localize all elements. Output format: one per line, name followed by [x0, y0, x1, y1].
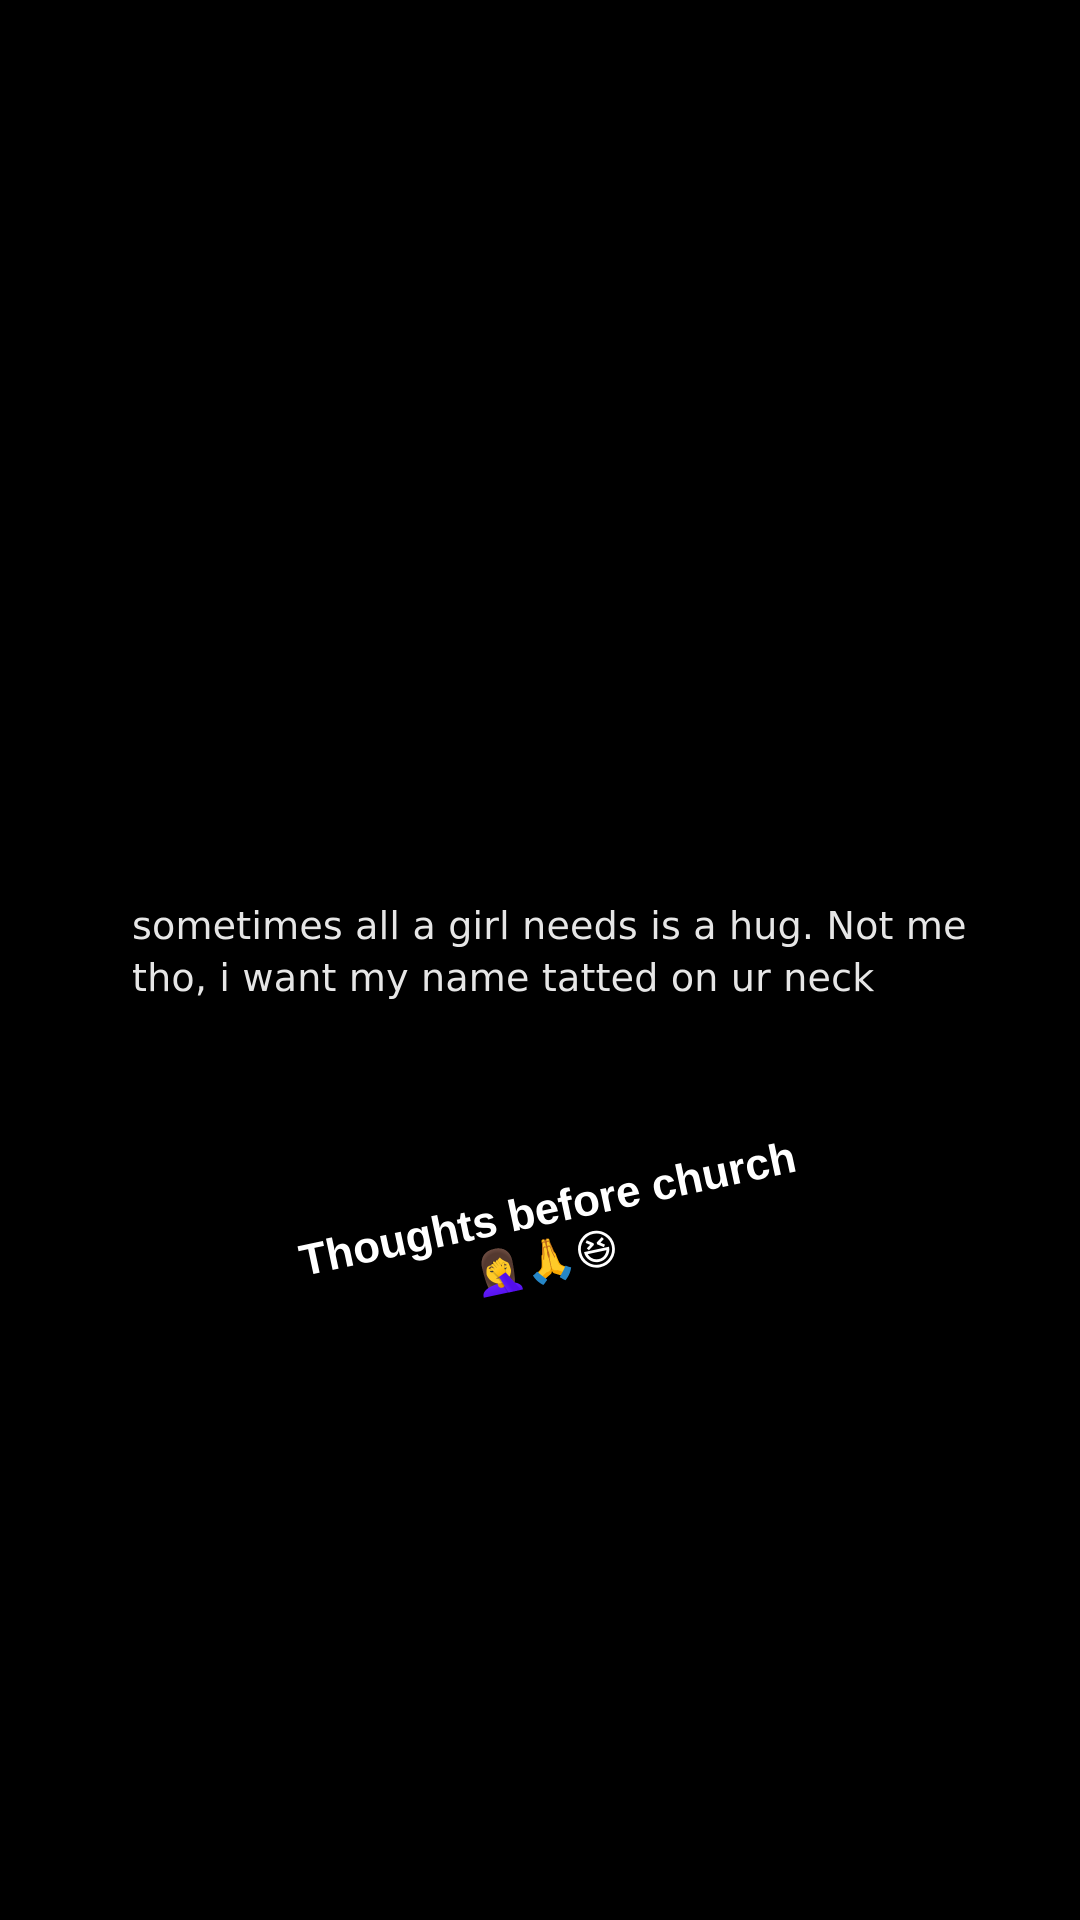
quote-text: sometimes all a girl needs is a hug. Not…: [132, 900, 992, 1004]
caption-overlay: Thoughts before church 🤦‍♀️🙏😆: [295, 1133, 800, 1334]
quote-line-1: sometimes all a girl needs is a hug. Not…: [132, 904, 967, 948]
quote-line-2: tho, i want my name tatted on ur neck: [132, 956, 875, 1000]
